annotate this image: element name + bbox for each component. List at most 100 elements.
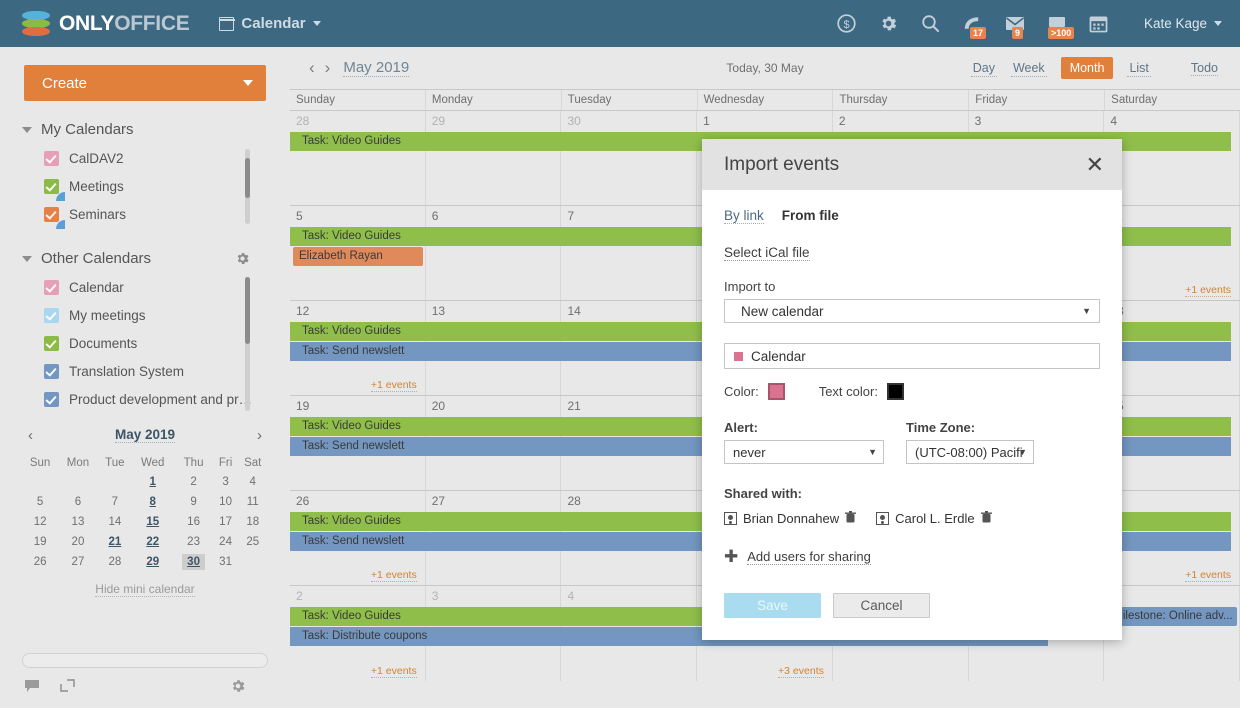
mail-icon[interactable]: 9 — [1004, 12, 1026, 36]
create-button[interactable]: Create — [24, 65, 266, 101]
onlyoffice-logo[interactable]: ONLYOFFICE — [22, 11, 189, 37]
mini-day[interactable]: 2 — [173, 472, 213, 492]
mini-day[interactable] — [22, 472, 58, 492]
calendar-day-cell[interactable]: 7 — [561, 206, 697, 300]
mini-day[interactable]: 11 — [237, 492, 268, 512]
trash-icon[interactable] — [845, 511, 856, 526]
expand-icon[interactable] — [60, 678, 75, 698]
chevron-left-icon[interactable]: ‹ — [22, 427, 39, 444]
search-icon[interactable] — [920, 12, 942, 36]
mini-day[interactable]: 15 — [132, 512, 173, 532]
chevron-down-icon[interactable] — [243, 80, 253, 86]
collapse-triangle-icon[interactable] — [22, 256, 32, 262]
calendar-day-cell[interactable]: 30 — [561, 111, 697, 205]
mini-day[interactable] — [98, 472, 132, 492]
mini-day[interactable]: 9 — [173, 492, 213, 512]
other-calendars-header[interactable]: Other Calendars — [22, 250, 290, 267]
more-events-link[interactable]: +1 events — [371, 379, 417, 392]
view-month[interactable]: Month — [1061, 57, 1114, 79]
calendar-icon[interactable] — [1088, 12, 1110, 36]
mini-day[interactable]: 17 — [214, 512, 238, 532]
my-calendars-header[interactable]: My Calendars — [22, 121, 290, 138]
calendar-day-cell[interactable]: 6 — [426, 206, 562, 300]
hide-mini-calendar-link[interactable]: Hide mini calendar — [22, 582, 268, 596]
calendar-day-cell[interactable]: 8 — [1104, 586, 1240, 681]
more-events-link[interactable]: +1 events — [371, 569, 417, 582]
add-users-label[interactable]: Add users for sharing — [747, 549, 871, 565]
mini-day[interactable]: 5 — [22, 492, 58, 512]
color-picker-button[interactable] — [768, 383, 785, 400]
calendar-checkbox[interactable] — [44, 280, 59, 295]
calendar-checkbox[interactable] — [44, 308, 59, 323]
mini-day[interactable]: 13 — [58, 512, 98, 532]
trash-icon[interactable] — [981, 511, 992, 526]
gear-icon[interactable] — [878, 12, 900, 36]
gear-icon[interactable] — [235, 251, 250, 271]
calendar-event[interactable]: Elizabeth Rayan — [293, 247, 423, 266]
mini-day[interactable]: 3 — [214, 472, 238, 492]
other-calendars-scrollbar[interactable] — [245, 277, 250, 411]
save-button[interactable]: Save — [724, 593, 821, 618]
chat-icon[interactable]: >100 — [1046, 12, 1068, 36]
timezone-select[interactable]: (UTC-08:00) Pacifi ▼ — [906, 440, 1034, 464]
mini-day[interactable] — [58, 472, 98, 492]
mini-day[interactable]: 31 — [214, 552, 238, 572]
mini-day[interactable]: 10 — [214, 492, 238, 512]
calendar-day-cell[interactable]: 29 — [426, 111, 562, 205]
view-list[interactable]: List — [1127, 60, 1150, 77]
mini-day[interactable]: 14 — [98, 512, 132, 532]
mini-day[interactable]: 27 — [58, 552, 98, 572]
calendar-checkbox[interactable] — [44, 364, 59, 379]
mini-calendar-title[interactable]: May 2019 — [115, 427, 175, 443]
view-day[interactable]: Day — [971, 60, 997, 77]
calendar-day-cell[interactable]: 4 — [1104, 111, 1240, 205]
add-users-row[interactable]: ✚ Add users for sharing — [724, 548, 1100, 565]
cancel-button[interactable]: Cancel — [833, 593, 930, 618]
mini-day[interactable]: 26 — [22, 552, 58, 572]
mini-day[interactable]: 4 — [237, 472, 268, 492]
calendar-checkbox[interactable] — [44, 151, 59, 166]
mini-day[interactable]: 12 — [22, 512, 58, 532]
mini-day[interactable]: 21 — [98, 532, 132, 552]
mini-day[interactable]: 19 — [22, 532, 58, 552]
collapse-triangle-icon[interactable] — [22, 127, 32, 133]
view-week[interactable]: Week — [1011, 60, 1047, 77]
user-menu[interactable]: Kate Kage — [1144, 16, 1222, 31]
mini-day[interactable]: 7 — [98, 492, 132, 512]
more-events-link[interactable]: +1 events — [1185, 569, 1231, 582]
more-events-link[interactable]: +3 events — [778, 665, 824, 678]
chevron-right-icon[interactable]: › — [320, 58, 336, 78]
import-to-select[interactable]: New calendar ▼ — [724, 299, 1100, 323]
gear-icon[interactable] — [230, 678, 246, 699]
mini-day[interactable]: 29 — [132, 552, 173, 572]
mini-day-today[interactable]: 30 — [173, 552, 213, 572]
chat-bubble-icon[interactable] — [24, 679, 40, 698]
my-calendars-scrollbar[interactable] — [245, 149, 250, 224]
mini-day[interactable]: 28 — [98, 552, 132, 572]
tab-by-link[interactable]: By link — [724, 208, 764, 224]
calendar-checkbox[interactable] — [44, 392, 59, 407]
text-color-picker-button[interactable] — [887, 383, 904, 400]
mini-day[interactable]: 22 — [132, 532, 173, 552]
mini-day[interactable]: 6 — [58, 492, 98, 512]
calendar-event[interactable]: Milestone: Online adv... — [1107, 607, 1237, 626]
select-ical-file-link[interactable]: Select iCal file — [724, 245, 810, 261]
todo-link[interactable]: Todo — [1191, 61, 1218, 76]
mini-day[interactable]: 20 — [58, 532, 98, 552]
mini-day[interactable]: 8 — [132, 492, 173, 512]
payments-icon[interactable]: $ — [836, 12, 858, 36]
calendar-name-input[interactable]: Calendar — [724, 343, 1100, 369]
module-switcher[interactable]: Calendar — [219, 15, 320, 32]
more-events-link[interactable]: +1 events — [1185, 284, 1231, 297]
mini-day[interactable]: 23 — [173, 532, 213, 552]
mini-day[interactable]: 18 — [237, 512, 268, 532]
more-events-link[interactable]: +1 events — [371, 665, 417, 678]
chevron-left-icon[interactable]: ‹ — [304, 58, 320, 78]
chevron-right-icon[interactable]: › — [251, 427, 268, 444]
tab-from-file[interactable]: From file — [782, 208, 839, 223]
current-period-label[interactable]: May 2019 — [343, 59, 409, 77]
calendar-day-cell[interactable]: 11+1 events — [1104, 206, 1240, 300]
mini-day[interactable] — [237, 552, 268, 572]
feed-icon[interactable]: 17 — [962, 12, 984, 36]
mini-day[interactable]: 25 — [237, 532, 268, 552]
